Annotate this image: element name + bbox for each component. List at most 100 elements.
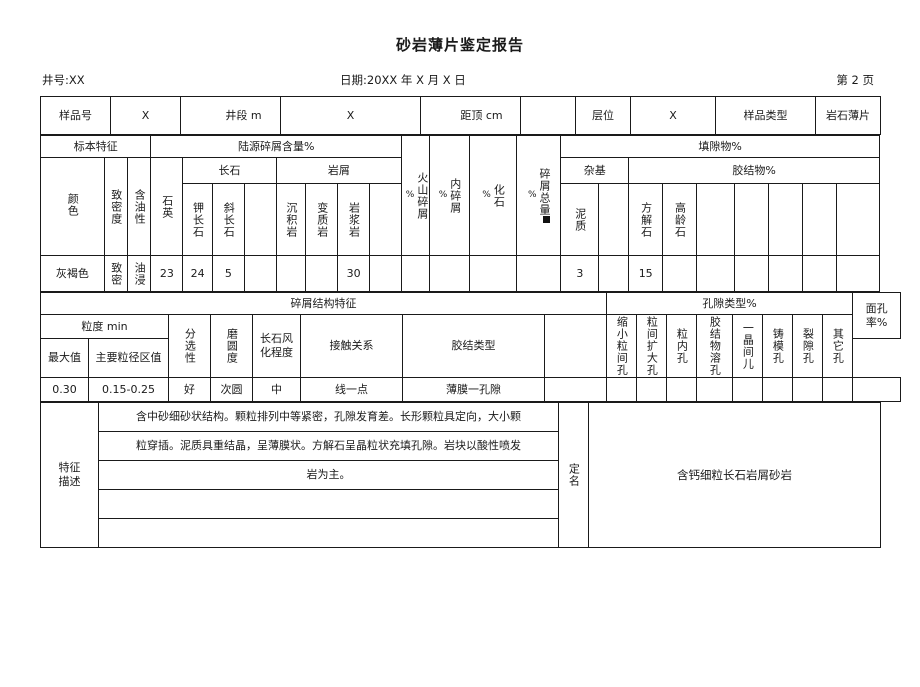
val-pore-intercrystal[interactable] [732, 377, 763, 402]
val-sorting[interactable]: 好 [168, 377, 211, 402]
description-table: 特征 描述 含中砂细砂状结构。颗粒排列中等紧密，孔隙发育差。长形颗粒具定向，大小颗… [40, 402, 881, 548]
val-color[interactable]: 灰褐色 [40, 255, 105, 292]
val-pore-mold[interactable] [762, 377, 793, 402]
sample-type-value[interactable]: 岩石薄片 [815, 96, 881, 135]
val-pore-intragranular[interactable] [666, 377, 697, 402]
col-sedimentary: 沉积岩 [275, 183, 307, 256]
val-max-value[interactable]: 0.30 [40, 377, 89, 402]
col-intraclast: 内碎屑% [428, 135, 470, 256]
clastic-group-header: 碎屑结构特征 [40, 292, 607, 315]
col-calcite: 方解石 [628, 183, 664, 256]
col-k-feldspar: 钾长石 [182, 183, 213, 256]
col-cement-type: 胶结类型 [402, 314, 545, 378]
description-line-2[interactable]: 粒穿插。泥质具重结晶，呈薄膜状。方解石呈晶粒状充填孔隙。岩块以酸性喷发 [98, 431, 559, 461]
val-feldspar-weathering[interactable]: 中 [252, 377, 301, 402]
val-calcite[interactable]: 15 [628, 255, 664, 292]
composition-table: 标本特征 陆源碎屑含量% 火山碎屑% 内碎屑% 化石% 碎屑总量 % 填隙物% … [39, 135, 880, 292]
val-volcaniclastic[interactable] [401, 255, 430, 292]
description-line-4[interactable] [98, 489, 559, 519]
val-roundness[interactable]: 次圆 [210, 377, 253, 402]
cement-group-header: 胶结物% [628, 157, 880, 184]
interval-label: 井段 m [180, 96, 281, 135]
col-plagioclase: 斜长石 [212, 183, 245, 256]
sample-no-label: 样品号 [40, 96, 111, 135]
col-contact: 接触关系 [300, 314, 403, 378]
val-plagioclase[interactable]: 5 [212, 255, 245, 292]
col-pore-intragranular: 粒内孔 [666, 314, 697, 378]
val-clastic-total[interactable] [515, 255, 562, 292]
grain-size-group-header: 粒度 min [40, 313, 169, 340]
val-cement-c6[interactable] [802, 255, 838, 292]
col-density: 致密度 [103, 157, 129, 256]
col-matrix-other [598, 183, 630, 256]
col-roundness: 磨圆度 [210, 314, 253, 378]
val-pore-cement-dissolution[interactable] [696, 377, 733, 402]
feldspar-group-header: 长石 [182, 157, 277, 184]
val-cement-c7[interactable] [836, 255, 880, 292]
val-surface-porosity[interactable] [852, 377, 902, 402]
val-cement-c4[interactable] [734, 255, 770, 292]
col-clastic-total: 碎屑总量 % [515, 135, 562, 256]
overstrike-mark [543, 216, 551, 223]
val-kaolinite[interactable] [662, 255, 698, 292]
horizon-value[interactable]: X [630, 96, 716, 135]
val-density[interactable]: 致密 [103, 255, 129, 292]
top-distance-value[interactable] [520, 96, 576, 135]
matrix-group-header: 杂基 [560, 157, 630, 184]
val-k-feldspar[interactable]: 24 [182, 255, 213, 292]
filling-group-header: 填隙物% [560, 135, 880, 158]
col-cement-c6 [802, 183, 838, 256]
col-pore-intercrystal: 一晶间儿 [732, 314, 763, 378]
val-main-range[interactable]: 0.15-0.25 [88, 377, 169, 402]
val-argillaceous[interactable]: 3 [560, 255, 600, 292]
val-cement-c5[interactable] [768, 255, 804, 292]
description-line-5[interactable] [98, 518, 559, 548]
val-structure-extra[interactable] [544, 377, 607, 402]
val-intraclast[interactable] [428, 255, 470, 292]
col-pore-enlarged: 粒间扩大孔 [636, 314, 667, 378]
val-pore-enlarged[interactable] [636, 377, 667, 402]
description-label: 特征 描述 [40, 402, 99, 548]
col-main-range: 主要粒径区值 [88, 338, 169, 378]
val-matrix-other[interactable] [598, 255, 630, 292]
val-cement-type[interactable]: 薄膜一孔隙 [402, 377, 545, 402]
val-pore-fracture[interactable] [792, 377, 823, 402]
report-date: 日期:20XX 年 X 月 X 日 [340, 73, 466, 87]
val-rock-other[interactable] [369, 255, 403, 292]
val-metamorphic[interactable] [305, 255, 339, 292]
col-sorting: 分选性 [168, 314, 211, 378]
report-page: 砂岩薄片鉴定报告 井号:XX 日期:20XX 年 X 月 X 日 第 2 页 样… [0, 36, 920, 687]
specimen-group-header: 标本特征 [39, 135, 152, 158]
val-pore-other[interactable] [821, 377, 854, 402]
table-row: 样品号 X 井段 m X 距顶 cm 层位 X 样品类型 岩石薄片 [40, 96, 881, 135]
val-cement-c3[interactable] [696, 255, 736, 292]
val-magmatic[interactable]: 30 [337, 255, 371, 292]
val-fossil[interactable] [468, 255, 517, 292]
col-cement-c5 [768, 183, 804, 256]
pore-group-header: 孔隙类型% [605, 292, 854, 315]
val-pore-reduced[interactable] [606, 377, 637, 402]
col-fossil: 化石% [468, 135, 517, 256]
naming-value[interactable]: 含钙细粒长石岩屑砂岩 [588, 402, 881, 548]
col-volcaniclastic: 火山碎屑% [401, 135, 430, 256]
val-oil-bearing[interactable]: 油浸 [127, 255, 152, 292]
terrigenous-group-header: 陆源碎屑含量% [150, 135, 403, 158]
col-structure-extra [544, 314, 607, 378]
page-number: 第 2 页 [836, 73, 874, 87]
col-feldspar-weathering: 长石风化程度 [252, 314, 301, 378]
col-cement-c7 [836, 183, 880, 256]
description-line-1[interactable]: 含中砂细砂状结构。颗粒排列中等紧密，孔隙发育差。长形颗粒具定向，大小颗 [98, 402, 559, 432]
well-number: 井号:XX [42, 73, 85, 87]
report-meta: 井号:XX 日期:20XX 年 X 月 X 日 第 2 页 [40, 72, 880, 90]
page-title: 砂岩薄片鉴定报告 [395, 36, 524, 54]
structure-subgroup-row: 粒度 min 分选性 磨圆度 长石风化程度 接触关系 胶结类型 缩小粒间孔 粒间… [40, 313, 901, 378]
val-contact[interactable]: 线一点 [300, 377, 403, 402]
val-feldspar-other[interactable] [243, 255, 277, 292]
interval-value[interactable]: X [280, 96, 421, 135]
val-sedimentary[interactable] [275, 255, 307, 292]
val-quartz[interactable]: 23 [150, 255, 184, 292]
top-distance-label: 距顶 cm [420, 96, 521, 135]
description-line-3[interactable]: 岩为主。 [98, 460, 559, 490]
col-pore-mold: 铸模孔 [762, 314, 793, 378]
sample-no-value[interactable]: X [110, 96, 181, 135]
